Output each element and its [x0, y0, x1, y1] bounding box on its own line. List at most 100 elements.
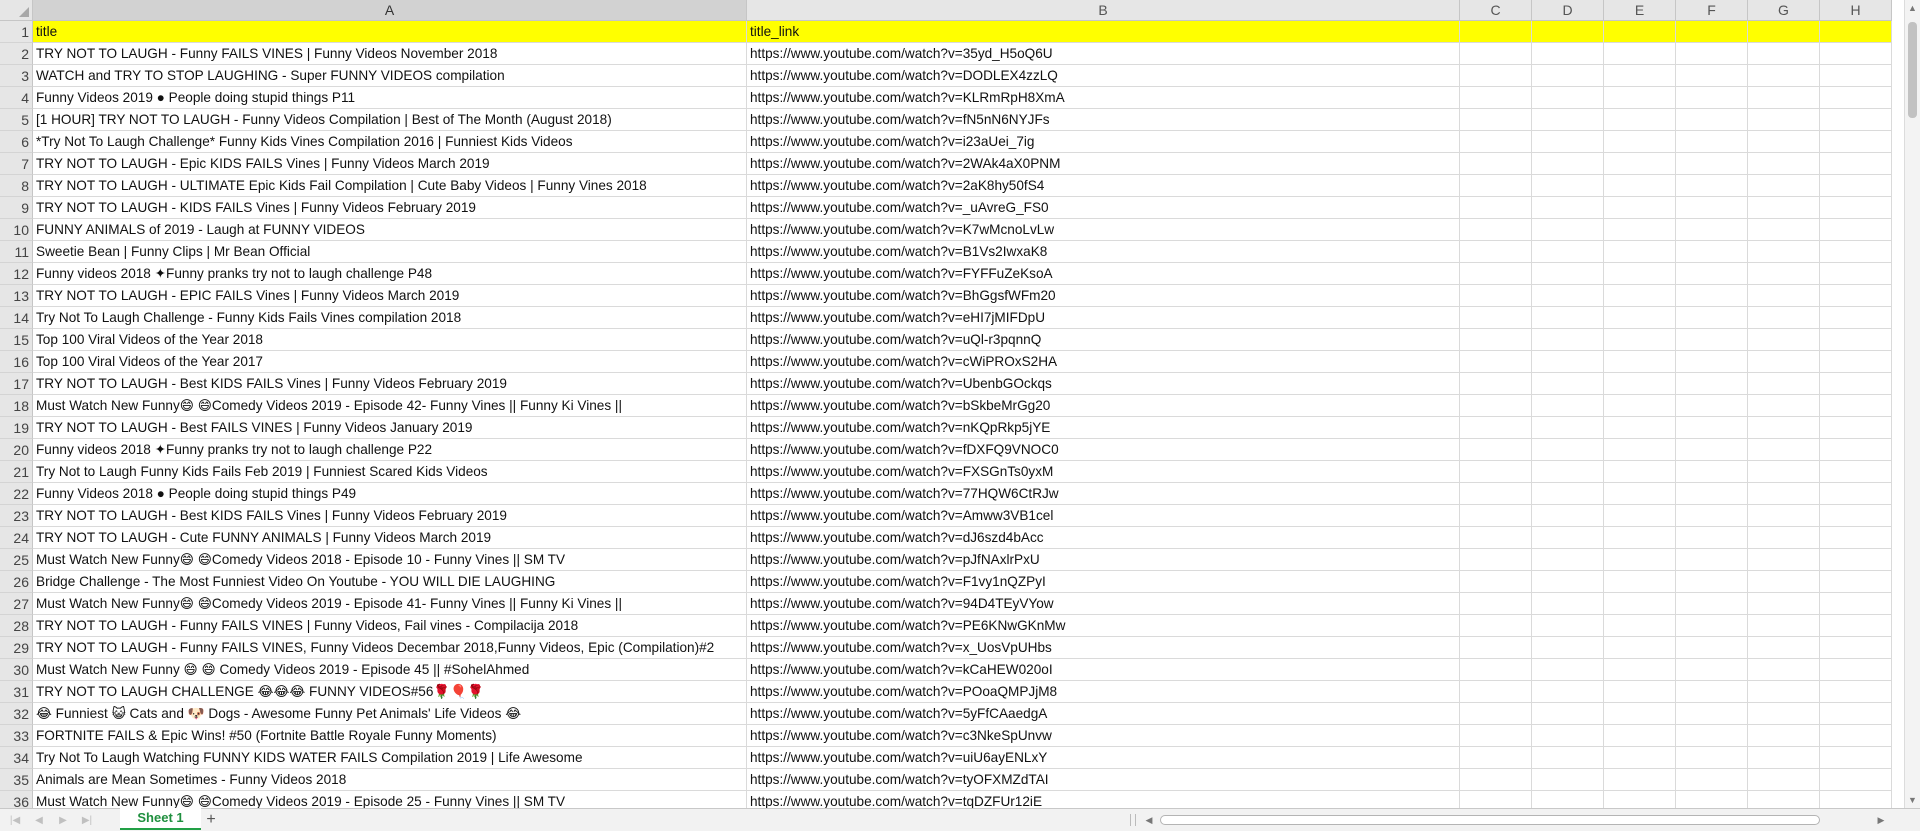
row-header[interactable]: 6: [0, 131, 33, 153]
cell-h[interactable]: [1820, 659, 1892, 681]
cell-h[interactable]: [1820, 329, 1892, 351]
cell-g[interactable]: [1748, 175, 1820, 197]
cell-c[interactable]: [1460, 21, 1532, 43]
cell-b[interactable]: https://www.youtube.com/watch?v=2WAk4aX0…: [747, 153, 1460, 175]
cell-h[interactable]: [1820, 241, 1892, 263]
cell-a[interactable]: Funny Videos 2018 ● People doing stupid …: [33, 483, 747, 505]
cell-a[interactable]: [1 HOUR] TRY NOT TO LAUGH - Funny Videos…: [33, 109, 747, 131]
cell-a[interactable]: Funny Videos 2019 ● People doing stupid …: [33, 87, 747, 109]
cell-g[interactable]: [1748, 373, 1820, 395]
cell-e[interactable]: [1604, 615, 1676, 637]
cell-d[interactable]: [1532, 65, 1604, 87]
last-sheet-icon[interactable]: ▶|: [80, 815, 94, 826]
cell-g[interactable]: [1748, 87, 1820, 109]
row-header[interactable]: 13: [0, 285, 33, 307]
column-header[interactable]: E: [1604, 0, 1676, 21]
cell-f[interactable]: [1676, 571, 1748, 593]
cell-a[interactable]: *Try Not To Laugh Challenge* Funny Kids …: [33, 131, 747, 153]
cell-g[interactable]: [1748, 439, 1820, 461]
cell-g[interactable]: [1748, 109, 1820, 131]
cell-h[interactable]: [1820, 615, 1892, 637]
row-header[interactable]: 29: [0, 637, 33, 659]
cell-f[interactable]: [1676, 615, 1748, 637]
cell-b[interactable]: https://www.youtube.com/watch?v=kCaHEW02…: [747, 659, 1460, 681]
vertical-scroll-thumb[interactable]: [1908, 22, 1917, 118]
cell-e[interactable]: [1604, 43, 1676, 65]
cell-c[interactable]: [1460, 373, 1532, 395]
cell-d[interactable]: [1532, 153, 1604, 175]
cell-b[interactable]: https://www.youtube.com/watch?v=K7wMcnoL…: [747, 219, 1460, 241]
cell-c[interactable]: [1460, 197, 1532, 219]
cell-c[interactable]: [1460, 483, 1532, 505]
cell-e[interactable]: [1604, 307, 1676, 329]
cell-d[interactable]: [1532, 307, 1604, 329]
cell-a[interactable]: TRY NOT TO LAUGH - ULTIMATE Epic Kids Fa…: [33, 175, 747, 197]
cell-a[interactable]: TRY NOT TO LAUGH - EPIC FAILS Vines | Fu…: [33, 285, 747, 307]
cell-e[interactable]: [1604, 65, 1676, 87]
cell-f[interactable]: [1676, 725, 1748, 747]
cell-b[interactable]: https://www.youtube.com/watch?v=KLRmRpH8…: [747, 87, 1460, 109]
cell-b[interactable]: https://www.youtube.com/watch?v=77HQW6Ct…: [747, 483, 1460, 505]
cell-h[interactable]: [1820, 571, 1892, 593]
cell-c[interactable]: [1460, 241, 1532, 263]
row-header[interactable]: 8: [0, 175, 33, 197]
cell-e[interactable]: [1604, 197, 1676, 219]
cell-a[interactable]: title: [33, 21, 747, 43]
cell-g[interactable]: [1748, 21, 1820, 43]
cell-h[interactable]: [1820, 439, 1892, 461]
row-header[interactable]: 5: [0, 109, 33, 131]
cell-b[interactable]: title_link: [747, 21, 1460, 43]
cell-b[interactable]: https://www.youtube.com/watch?v=F1vy1nQZ…: [747, 571, 1460, 593]
cell-c[interactable]: [1460, 153, 1532, 175]
cell-g[interactable]: [1748, 131, 1820, 153]
row-header[interactable]: 2: [0, 43, 33, 65]
cell-h[interactable]: [1820, 131, 1892, 153]
cell-h[interactable]: [1820, 461, 1892, 483]
cell-c[interactable]: [1460, 725, 1532, 747]
cell-f[interactable]: [1676, 439, 1748, 461]
scroll-right-arrow-icon[interactable]: ▶: [1874, 809, 1888, 831]
row-header[interactable]: 7: [0, 153, 33, 175]
cell-a[interactable]: FUNNY ANIMALS of 2019 - Laugh at FUNNY V…: [33, 219, 747, 241]
cell-b[interactable]: https://www.youtube.com/watch?v=dJ6szd4b…: [747, 527, 1460, 549]
cell-g[interactable]: [1748, 549, 1820, 571]
cell-a[interactable]: TRY NOT TO LAUGH CHALLENGE 😂😂😂 FUNNY VID…: [33, 681, 747, 703]
cell-a[interactable]: TRY NOT TO LAUGH - Cute FUNNY ANIMALS | …: [33, 527, 747, 549]
cell-c[interactable]: [1460, 351, 1532, 373]
cell-e[interactable]: [1604, 175, 1676, 197]
cell-d[interactable]: [1532, 571, 1604, 593]
cell-f[interactable]: [1676, 681, 1748, 703]
cell-d[interactable]: [1532, 681, 1604, 703]
cell-b[interactable]: https://www.youtube.com/watch?v=i23aUei_…: [747, 131, 1460, 153]
row-header[interactable]: 16: [0, 351, 33, 373]
cell-a[interactable]: Funny videos 2018 ✦Funny pranks try not …: [33, 439, 747, 461]
cell-h[interactable]: [1820, 87, 1892, 109]
cell-f[interactable]: [1676, 307, 1748, 329]
cell-f[interactable]: [1676, 791, 1748, 808]
cell-g[interactable]: [1748, 285, 1820, 307]
cell-e[interactable]: [1604, 791, 1676, 808]
cell-f[interactable]: [1676, 65, 1748, 87]
cell-c[interactable]: [1460, 87, 1532, 109]
cell-g[interactable]: [1748, 527, 1820, 549]
cell-a[interactable]: WATCH and TRY TO STOP LAUGHING - Super F…: [33, 65, 747, 87]
cell-e[interactable]: [1604, 219, 1676, 241]
row-header[interactable]: 9: [0, 197, 33, 219]
cell-f[interactable]: [1676, 219, 1748, 241]
cell-e[interactable]: [1604, 769, 1676, 791]
cell-b[interactable]: https://www.youtube.com/watch?v=94D4TEyV…: [747, 593, 1460, 615]
cell-b[interactable]: https://www.youtube.com/watch?v=tyOFXMZd…: [747, 769, 1460, 791]
cell-d[interactable]: [1532, 21, 1604, 43]
cell-b[interactable]: https://www.youtube.com/watch?v=pJfNAxlr…: [747, 549, 1460, 571]
cell-c[interactable]: [1460, 703, 1532, 725]
cell-d[interactable]: [1532, 725, 1604, 747]
cell-g[interactable]: [1748, 791, 1820, 808]
cell-c[interactable]: [1460, 549, 1532, 571]
cell-g[interactable]: [1748, 593, 1820, 615]
cell-b[interactable]: https://www.youtube.com/watch?v=UbenbGOc…: [747, 373, 1460, 395]
row-header[interactable]: 3: [0, 65, 33, 87]
row-header[interactable]: 36: [0, 791, 33, 808]
row-header[interactable]: 21: [0, 461, 33, 483]
cell-b[interactable]: https://www.youtube.com/watch?v=35yd_H5o…: [747, 43, 1460, 65]
cell-e[interactable]: [1604, 681, 1676, 703]
